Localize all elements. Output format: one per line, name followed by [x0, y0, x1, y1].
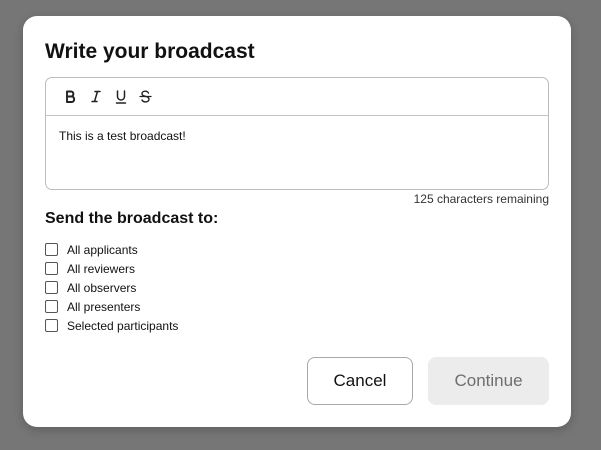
checkbox[interactable]	[45, 262, 58, 275]
recipient-option-applicants[interactable]: All applicants	[45, 240, 178, 259]
strikethrough-button[interactable]	[133, 86, 158, 108]
editor-toolbar	[46, 78, 548, 116]
broadcast-dialog: Write your broadcast This is a test broa…	[23, 16, 571, 427]
bold-button[interactable]	[58, 86, 83, 108]
option-label: All presenters	[67, 299, 141, 314]
italic-button[interactable]	[83, 86, 108, 108]
cancel-button[interactable]: Cancel	[307, 357, 413, 405]
characters-remaining: 125 characters remaining	[413, 192, 549, 206]
dialog-title: Write your broadcast	[45, 40, 255, 63]
recipient-option-presenters[interactable]: All presenters	[45, 297, 178, 316]
underline-button[interactable]	[108, 86, 133, 108]
checkbox[interactable]	[45, 281, 58, 294]
option-label: All applicants	[67, 242, 138, 257]
italic-icon	[90, 90, 101, 103]
checkbox[interactable]	[45, 319, 58, 332]
rich-text-editor: This is a test broadcast!	[45, 77, 549, 190]
option-label: All observers	[67, 280, 137, 295]
recipient-option-selected-participants[interactable]: Selected participants	[45, 316, 178, 335]
recipients-list: All applicants All reviewers All observe…	[45, 240, 178, 335]
option-label: All reviewers	[67, 261, 136, 276]
strikethrough-icon	[139, 90, 152, 103]
checkbox[interactable]	[45, 300, 58, 313]
recipient-option-reviewers[interactable]: All reviewers	[45, 259, 178, 278]
underline-icon	[115, 89, 126, 104]
recipients-heading: Send the broadcast to:	[45, 210, 219, 227]
editor-text-area[interactable]: This is a test broadcast!	[46, 116, 548, 156]
recipient-option-observers[interactable]: All observers	[45, 278, 178, 297]
continue-button[interactable]: Continue	[428, 357, 549, 405]
checkbox[interactable]	[45, 243, 58, 256]
option-label: Selected participants	[67, 318, 179, 333]
bold-icon	[65, 90, 75, 103]
